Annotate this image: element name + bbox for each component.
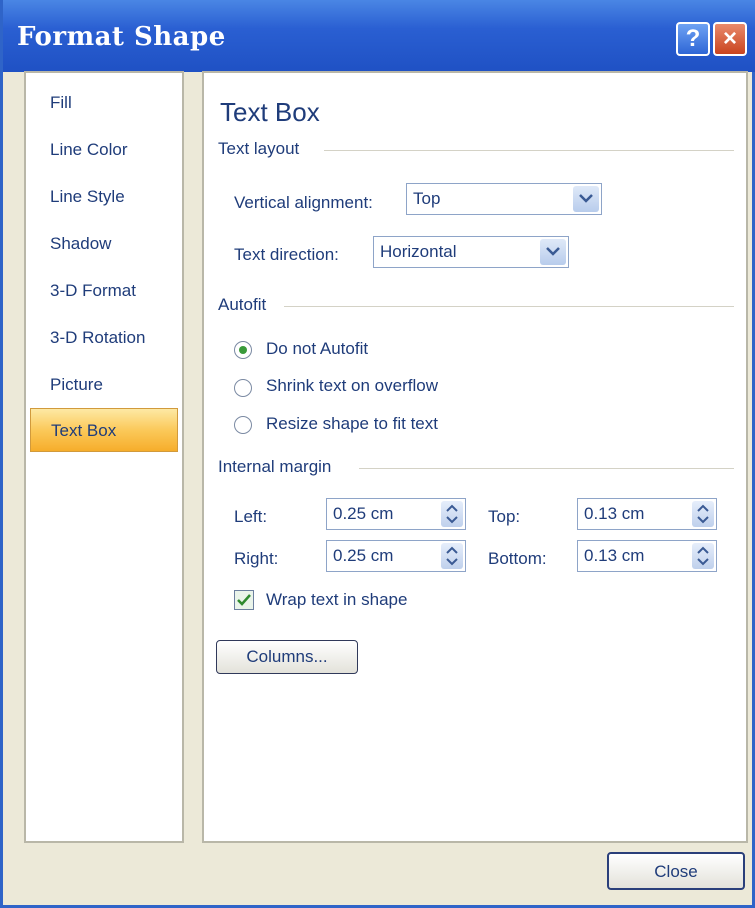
chevron-down-icon[interactable] [540, 239, 566, 265]
close-window-button[interactable]: × [713, 22, 747, 56]
vertical-alignment-label: Vertical alignment: [234, 193, 373, 212]
text-direction-select[interactable]: Horizontal [373, 236, 569, 268]
section-divider [284, 306, 734, 307]
text-direction-label: Text direction: [234, 245, 339, 264]
top-margin-value: 0.13 cm [584, 504, 645, 523]
bottom-margin-label: Bottom: [488, 549, 547, 568]
nav-item-fill[interactable]: Fill [30, 81, 178, 125]
nav-item-3d-format[interactable]: 3-D Format [30, 269, 178, 313]
chevron-down-icon[interactable] [573, 186, 599, 212]
format-shape-dialog: Format Shape ? × Fill Line Color Line St… [0, 0, 755, 908]
top-margin-label: Top: [488, 507, 521, 526]
shrink-text-radio[interactable] [234, 379, 252, 397]
columns-button[interactable]: Columns... [216, 640, 358, 674]
help-button[interactable]: ? [676, 22, 710, 56]
nav-item-text-box[interactable]: Text Box [30, 408, 178, 452]
text-direction-value: Horizontal [380, 242, 457, 261]
close-button[interactable]: Close [607, 852, 745, 890]
nav-item-line-color[interactable]: Line Color [30, 128, 178, 172]
wrap-text-checkbox[interactable] [234, 590, 254, 610]
right-margin-value: 0.25 cm [333, 546, 394, 565]
vertical-alignment-select[interactable]: Top [406, 183, 602, 215]
left-margin-label: Left: [234, 507, 268, 526]
text-layout-heading: Text layout [218, 139, 300, 158]
nav-item-shadow[interactable]: Shadow [30, 222, 178, 266]
do-not-autofit-label: Do not Autofit [266, 339, 369, 358]
internal-margin-heading: Internal margin [218, 457, 332, 476]
left-margin-value: 0.25 cm [333, 504, 394, 523]
section-divider [324, 150, 734, 151]
nav-item-picture[interactable]: Picture [30, 363, 178, 407]
wrap-text-label: Wrap text in shape [266, 590, 408, 609]
right-margin-spinner[interactable]: 0.25 cm [326, 540, 466, 572]
left-margin-spinner[interactable]: 0.25 cm [326, 498, 466, 530]
checkmark-icon [237, 594, 251, 606]
nav-item-line-style[interactable]: Line Style [30, 175, 178, 219]
spinner-arrows-icon[interactable] [441, 543, 463, 569]
right-margin-label: Right: [234, 549, 279, 568]
top-margin-spinner[interactable]: 0.13 cm [577, 498, 717, 530]
spinner-arrows-icon[interactable] [441, 501, 463, 527]
panel-title: Text Box [220, 97, 320, 127]
shrink-text-label: Shrink text on overflow [266, 376, 438, 395]
do-not-autofit-radio[interactable] [234, 341, 252, 359]
vertical-alignment-value: Top [413, 189, 441, 208]
title-bar[interactable]: Format Shape ? × [3, 0, 755, 72]
spinner-arrows-icon[interactable] [692, 501, 714, 527]
resize-shape-label: Resize shape to fit text [266, 414, 438, 433]
nav-item-3d-rotation[interactable]: 3-D Rotation [30, 316, 178, 360]
category-list: Fill Line Color Line Style Shadow 3-D Fo… [24, 71, 184, 843]
text-box-panel: Text Box Text layout Vertical alignment:… [202, 71, 748, 843]
autofit-heading: Autofit [218, 295, 267, 314]
dialog-title: Format Shape [17, 22, 226, 52]
section-divider [359, 468, 734, 469]
bottom-margin-value: 0.13 cm [584, 546, 645, 565]
bottom-margin-spinner[interactable]: 0.13 cm [577, 540, 717, 572]
resize-shape-radio[interactable] [234, 416, 252, 434]
spinner-arrows-icon[interactable] [692, 543, 714, 569]
